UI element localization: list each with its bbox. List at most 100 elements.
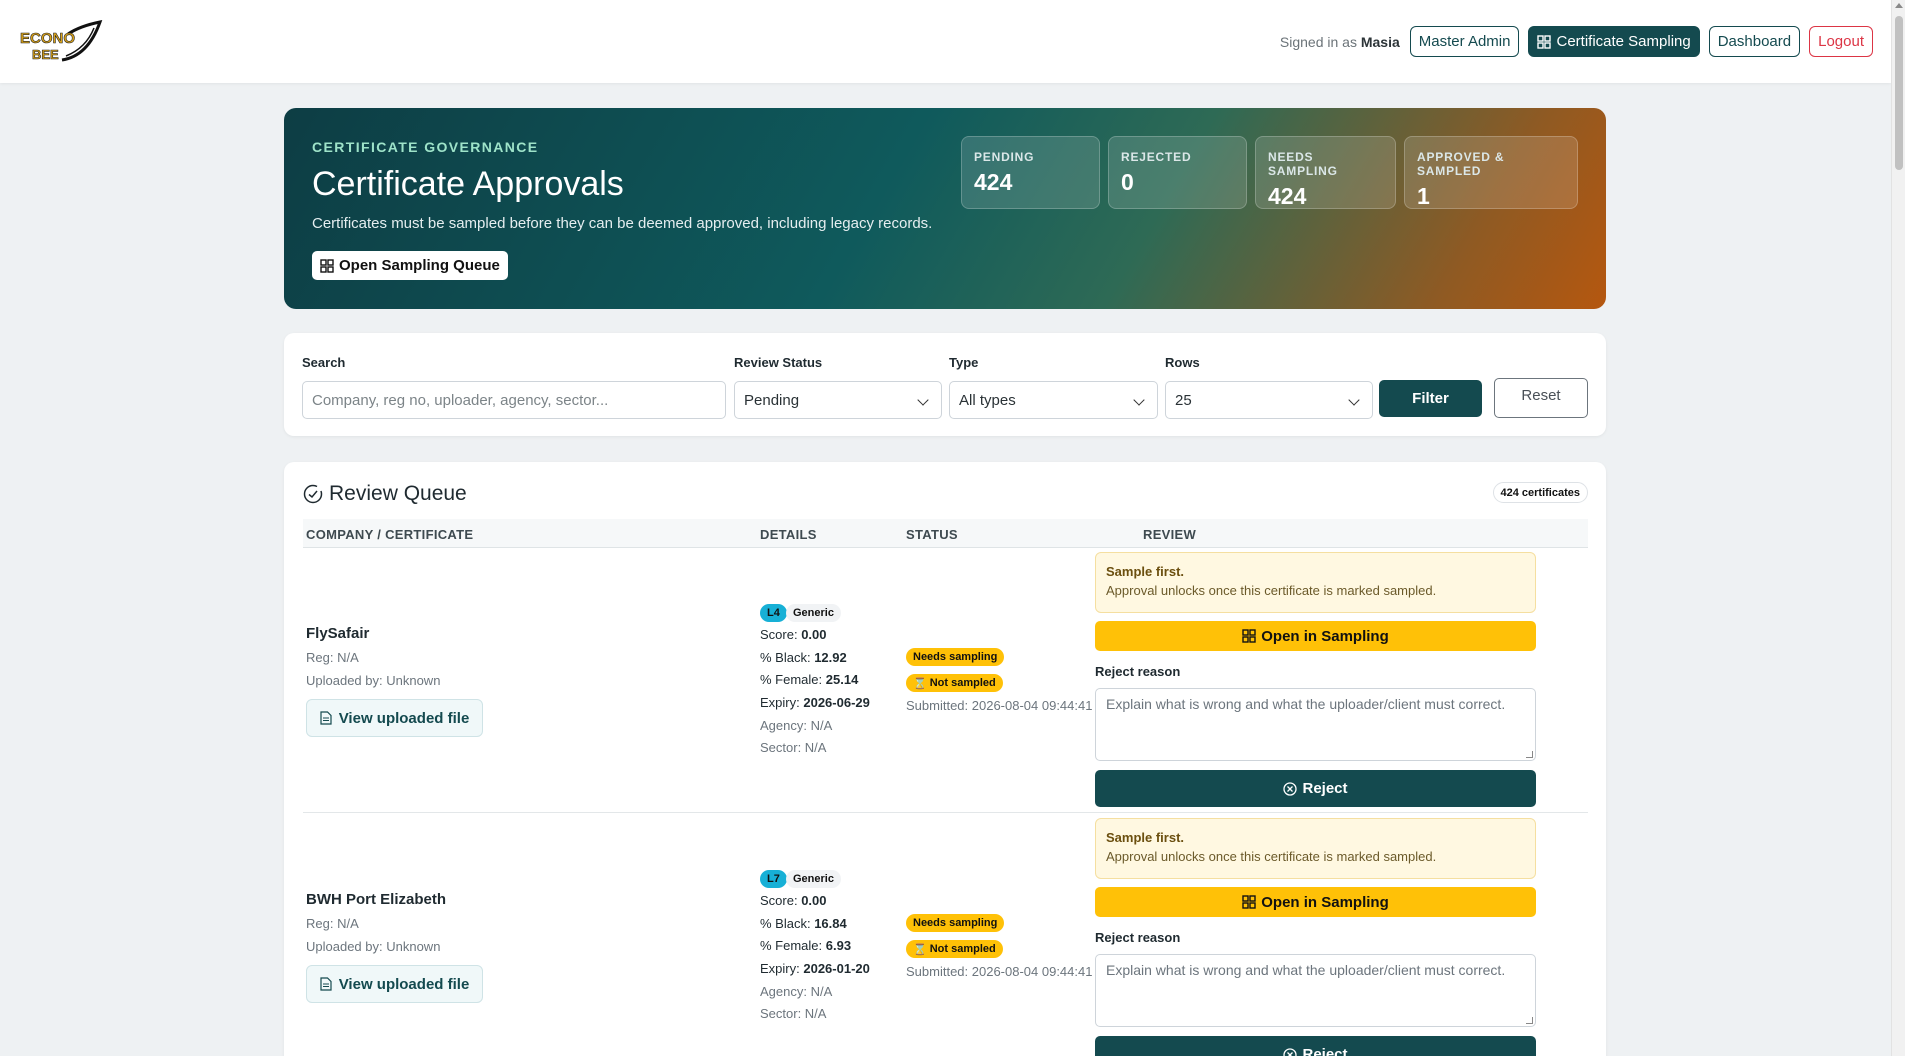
review-status-label: Review Status <box>734 355 823 370</box>
master-admin-button[interactable]: Master Admin <box>1409 26 1520 57</box>
x-circle-icon <box>1283 781 1298 796</box>
open-in-sampling-button[interactable]: Open in Sampling <box>1095 887 1536 917</box>
scroll-up-arrow-icon[interactable] <box>1895 3 1903 8</box>
chevron-down-icon <box>1348 394 1360 406</box>
review-queue-card: Review Queue 424 certificates COMPANY / … <box>284 462 1606 1056</box>
submitted-date: Submitted: 2026-08-04 09:44:41 <box>906 698 1093 713</box>
col-details: DETAILS <box>760 527 817 542</box>
company-reg: Reg: N/A <box>306 650 359 665</box>
needs-sampling-badge: Needs sampling <box>906 648 1005 666</box>
grid-icon <box>1242 629 1256 643</box>
stat-pending: PENDING 424 <box>961 136 1100 209</box>
sample-first-alert: Sample first. Approval unlocks once this… <box>1095 818 1536 879</box>
search-label: Search <box>302 355 346 370</box>
level-badge: L7 <box>760 870 787 888</box>
col-company: COMPANY / CERTIFICATE <box>306 527 474 542</box>
view-uploaded-file-button[interactable]: View uploaded file <box>306 965 483 1003</box>
detail-score: Score: 0.00 <box>760 627 827 642</box>
level-badge: L4 <box>760 604 787 622</box>
hero-banner: CERTIFICATE GOVERNANCE Certificate Appro… <box>284 108 1606 309</box>
open-sampling-queue-button[interactable]: Open Sampling Queue <box>312 251 508 280</box>
x-circle-icon <box>1283 1047 1298 1056</box>
type-label: Type <box>949 355 979 370</box>
type-badge: Generic <box>786 870 841 888</box>
detail-female: % Female: 6.93 <box>760 938 852 953</box>
nav-right: Signed in as Masia Master Admin Certific… <box>1280 26 1873 57</box>
chevron-down-icon <box>917 394 929 406</box>
review-status-select[interactable]: Pending <box>734 381 942 419</box>
not-sampled-badge: ⌛ Not sampled <box>906 940 1003 958</box>
resize-grip-icon[interactable] <box>1526 1017 1533 1024</box>
needs-sampling-badge: Needs sampling <box>906 914 1005 932</box>
detail-sector: Sector: N/A <box>760 740 827 755</box>
company-name: BWH Port Elizabeth <box>306 891 447 908</box>
page-title: Certificate Approvals <box>312 165 624 203</box>
grid-icon <box>1537 34 1552 49</box>
not-sampled-badge: ⌛ Not sampled <box>906 674 1003 692</box>
type-select[interactable]: All types <box>949 381 1158 419</box>
detail-score: Score: 0.00 <box>760 893 827 908</box>
search-input[interactable]: Company, reg no, uploader, agency, secto… <box>302 381 726 419</box>
svg-text:BEE: BEE <box>32 47 59 62</box>
detail-agency: Agency: N/A <box>760 984 833 999</box>
resize-grip-icon[interactable] <box>1526 751 1533 758</box>
table-row: FlySafair Reg: N/A Uploaded by: Unknown … <box>303 548 1588 813</box>
detail-black: % Black: 12.92 <box>760 650 847 665</box>
check-circle-icon <box>303 484 323 504</box>
company-reg: Reg: N/A <box>306 916 359 931</box>
navbar: ECONO BEE Signed in as Masia Master Admi… <box>0 0 1891 83</box>
sample-first-alert: Sample first. Approval unlocks once this… <box>1095 552 1536 613</box>
dashboard-button[interactable]: Dashboard <box>1708 26 1801 57</box>
rows-select[interactable]: 25 <box>1165 381 1373 419</box>
reject-button[interactable]: Reject <box>1095 1036 1536 1056</box>
view-uploaded-file-button[interactable]: View uploaded file <box>306 699 483 737</box>
detail-black: % Black: 16.84 <box>760 916 847 931</box>
type-badge: Generic <box>786 604 841 622</box>
chevron-down-icon <box>1133 394 1145 406</box>
reject-reason-textarea[interactable]: Explain what is wrong and what the uploa… <box>1095 688 1536 761</box>
table-header: COMPANY / CERTIFICATE DETAILS STATUS REV… <box>303 519 1588 548</box>
detail-agency: Agency: N/A <box>760 718 833 733</box>
logout-button[interactable]: Logout <box>1809 26 1873 57</box>
submitted-date: Submitted: 2026-08-04 09:44:41 <box>906 964 1093 979</box>
detail-expiry: Expiry: 2026-06-29 <box>760 695 870 710</box>
hero-description: Certificates must be sampled before they… <box>312 215 933 232</box>
company-uploader: Uploaded by: Unknown <box>306 939 441 954</box>
grid-icon <box>1242 895 1256 909</box>
company-name: FlySafair <box>306 625 370 642</box>
signed-in-user: Masia <box>1360 33 1400 50</box>
reject-reason-label: Reject reason <box>1095 930 1181 945</box>
col-review: REVIEW <box>1143 527 1197 542</box>
certificate-sampling-button[interactable]: Certificate Sampling <box>1528 26 1700 57</box>
reset-button[interactable]: Reset <box>1494 378 1588 418</box>
hourglass-icon: ⌛ <box>913 677 927 690</box>
reject-button[interactable]: Reject <box>1095 770 1536 807</box>
page-scrollbar[interactable] <box>1891 0 1905 1056</box>
stat-rejected: REJECTED 0 <box>1108 136 1247 209</box>
file-icon <box>320 711 332 725</box>
stat-needs-sampling: NEEDS SAMPLING 424 <box>1255 136 1396 209</box>
filter-button[interactable]: Filter <box>1379 380 1482 417</box>
detail-female: % Female: 25.14 <box>760 672 859 687</box>
hourglass-icon: ⌛ <box>913 943 927 956</box>
col-status: STATUS <box>906 527 958 542</box>
detail-sector: Sector: N/A <box>760 1006 827 1021</box>
grid-icon <box>320 258 334 273</box>
certificate-count-badge: 424 certificates <box>1492 482 1588 503</box>
stat-approved-sampled: APPROVED & SAMPLED 1 <box>1404 136 1578 209</box>
company-uploader: Uploaded by: Unknown <box>306 673 441 688</box>
reject-reason-textarea[interactable]: Explain what is wrong and what the uploa… <box>1095 954 1536 1027</box>
reject-reason-label: Reject reason <box>1095 664 1181 679</box>
detail-expiry: Expiry: 2026-01-20 <box>760 961 870 976</box>
open-in-sampling-button[interactable]: Open in Sampling <box>1095 621 1536 651</box>
logo[interactable]: ECONO BEE <box>18 16 104 66</box>
rows-label: Rows <box>1165 355 1200 370</box>
table-row: BWH Port Elizabeth Reg: N/A Uploaded by:… <box>303 814 1588 1056</box>
review-queue-title: Review Queue <box>303 482 467 506</box>
filter-card: Search Company, reg no, uploader, agency… <box>284 333 1606 436</box>
svg-text:ECONO: ECONO <box>20 30 75 47</box>
scrollbar-thumb[interactable] <box>1895 16 1903 170</box>
file-icon <box>320 977 332 991</box>
signed-in-text: Signed in as Masia <box>1279 33 1400 50</box>
hero-eyebrow: CERTIFICATE GOVERNANCE <box>312 139 539 155</box>
